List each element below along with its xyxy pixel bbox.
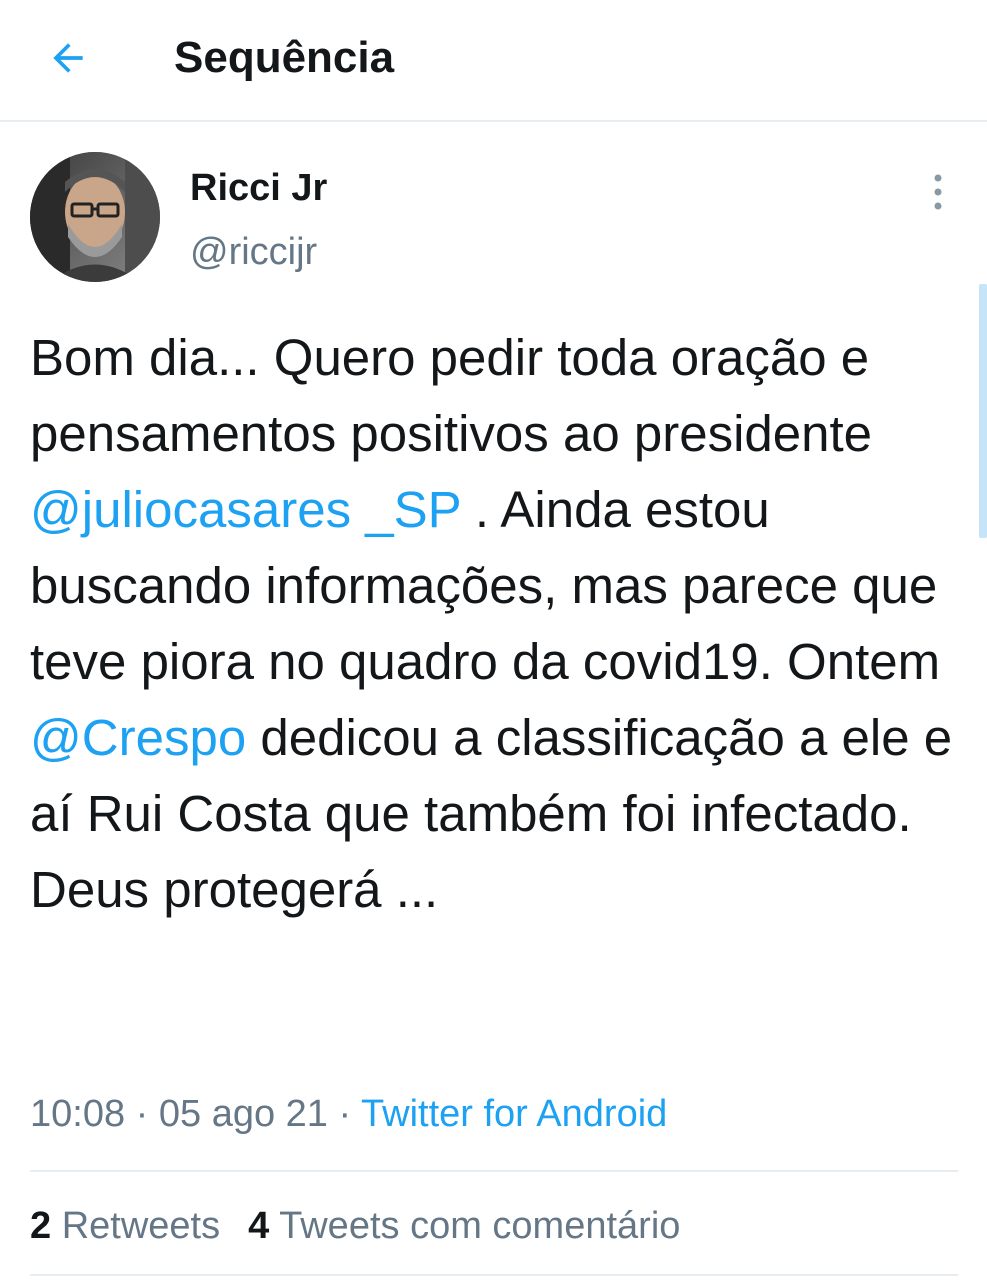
- tweet-time[interactable]: 10:08: [30, 1093, 125, 1135]
- author-handle[interactable]: @riccijr: [190, 230, 317, 274]
- divider: [30, 1274, 958, 1276]
- retweets-count: 2: [30, 1205, 52, 1247]
- mention-link-crespo[interactable]: @Crespo: [30, 709, 246, 766]
- tweet-text-segment: Bom dia... Quero pedir toda oração e pen…: [30, 329, 887, 462]
- quote-tweets-count: 4: [248, 1205, 270, 1247]
- mention-link-juliocasares[interactable]: @juliocasares _SP: [30, 481, 461, 538]
- back-button[interactable]: [40, 30, 96, 86]
- retweets-stat[interactable]: 2 Retweets: [30, 1202, 220, 1250]
- meta-separator: ·: [135, 1093, 149, 1135]
- arrow-left-icon: [53, 43, 83, 73]
- more-options-button[interactable]: [920, 170, 956, 214]
- tweet-text: Bom dia... Quero pedir toda oração e pen…: [30, 320, 970, 928]
- page-title: Sequência: [174, 33, 395, 82]
- quote-tweets-stat[interactable]: 4 Tweets com comentário: [248, 1202, 680, 1250]
- tweet-stats: 2 Retweets 4 Tweets com comentário: [30, 1202, 708, 1250]
- top-bar: Sequência: [0, 0, 987, 122]
- divider: [30, 1170, 958, 1172]
- user-avatar-image: [30, 152, 160, 282]
- vertical-ellipsis-icon: [934, 174, 942, 210]
- author-display-name[interactable]: Ricci Jr: [190, 166, 327, 210]
- tweet-date[interactable]: 05 ago 21: [159, 1093, 328, 1135]
- avatar[interactable]: [30, 152, 160, 282]
- tweet-metadata: 10:08 · 05 ago 21 · Twitter for Android: [30, 1090, 667, 1138]
- retweets-label: Retweets: [61, 1205, 221, 1247]
- quote-tweets-label: Tweets com comentário: [279, 1205, 681, 1247]
- scrollbar-thumb[interactable]: [979, 284, 987, 538]
- meta-separator: ·: [338, 1093, 352, 1135]
- tweet-source-link[interactable]: Twitter for Android: [361, 1093, 667, 1135]
